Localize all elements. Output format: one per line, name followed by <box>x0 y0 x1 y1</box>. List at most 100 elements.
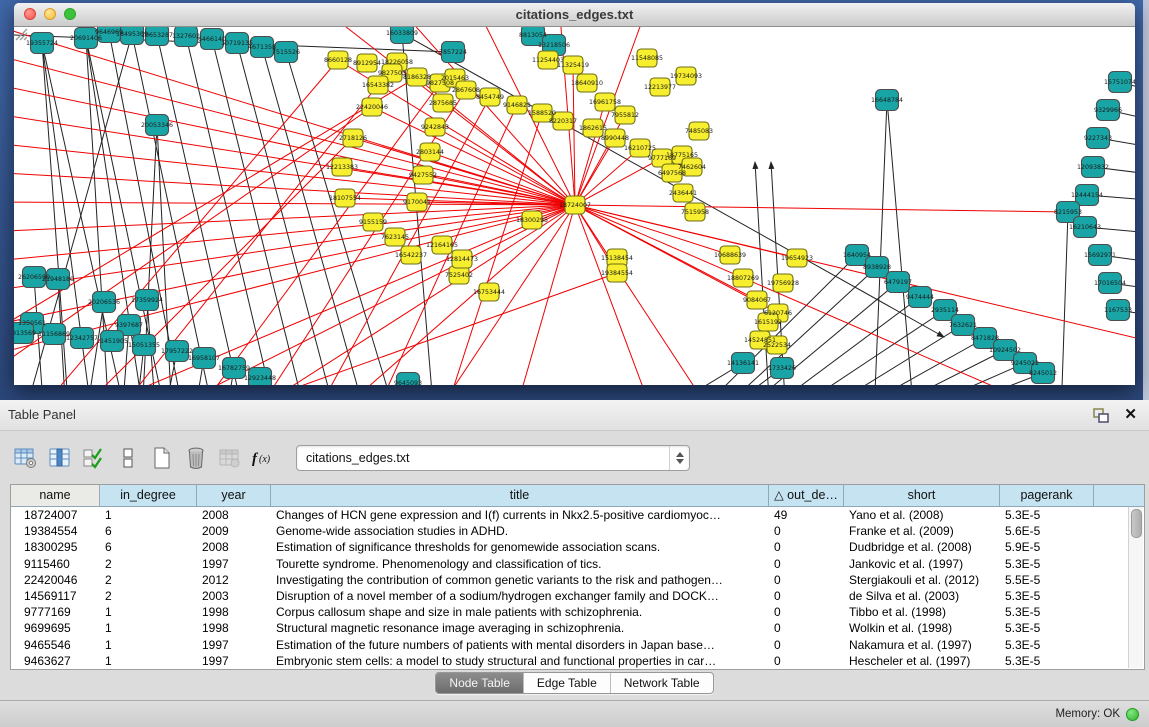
cell: 9463627 <box>11 653 100 669</box>
table-row[interactable]: 911546021997Tourette syndrome. Phenomeno… <box>11 556 1144 572</box>
graph-node-label: 7462604 <box>678 164 706 171</box>
graph-node-label: 7515958 <box>681 209 709 216</box>
column-header-in-degree[interactable]: in_degree <box>100 485 197 506</box>
graph-node-label: 22420046 <box>356 104 388 111</box>
column-header-title[interactable]: title <box>271 485 769 506</box>
graph-node-label: 16210725 <box>624 145 656 152</box>
graph-node-label: 12923448 <box>244 375 276 382</box>
network-window-titlebar[interactable]: citations_edges.txt <box>14 3 1135 27</box>
cell: Structural magnetic resonance image aver… <box>271 620 769 636</box>
graph-node-label: 16542237 <box>395 252 427 259</box>
table-settings-icon[interactable] <box>12 444 39 472</box>
graph-node-label: 7955812 <box>611 112 639 119</box>
graph-node-label: 12814473 <box>446 256 478 263</box>
cell: 1998 <box>197 604 271 620</box>
column-header-short[interactable]: short <box>844 485 1000 506</box>
new-table-icon[interactable] <box>148 444 175 472</box>
column-header-pagerank[interactable]: pagerank <box>1000 485 1094 506</box>
graph-node-label: 9227343 <box>1084 135 1112 142</box>
cell: Genome-wide association studies in ADHD. <box>271 523 769 539</box>
cell: 5.3E-5 <box>1000 637 1094 653</box>
graph-node-label: 15138454 <box>601 255 633 262</box>
cell: 0 <box>769 637 844 653</box>
graph-node-label: 16753444 <box>473 289 505 296</box>
float-panel-icon[interactable] <box>1093 408 1110 423</box>
table-panel-title: Table Panel <box>8 400 76 430</box>
graph-node-label: 13218506 <box>538 42 570 49</box>
table-row[interactable]: 1938455462009Genome-wide association stu… <box>11 523 1144 539</box>
resize-grip-icon[interactable] <box>14 27 28 41</box>
cell: Stergiakouli et al. (2012) <box>844 572 1000 588</box>
graph-node-label: 11451905 <box>96 338 128 345</box>
select-arrows-icon <box>669 446 689 470</box>
graph-node-label: 18640910 <box>571 80 603 87</box>
cell: Tibbo et al. (1998) <box>844 604 1000 620</box>
network-table-select[interactable]: citations_edges.txt <box>296 445 690 471</box>
cell: 2 <box>100 556 197 572</box>
table-row[interactable]: 1830029562008Estimation of significance … <box>11 539 1144 555</box>
table-row[interactable]: 1872400712008Changes of HCN gene express… <box>11 507 1144 523</box>
function-builder-icon[interactable]: f(x) <box>250 444 277 472</box>
graph-node-label: 8220317 <box>549 118 577 125</box>
graph-node-label: 8454749 <box>476 94 504 101</box>
cell: Estimation of significance thresholds fo… <box>271 539 769 555</box>
graph-node-label: 1588520 <box>528 110 556 117</box>
table-scrollbar[interactable] <box>1128 507 1143 668</box>
cell: 1 <box>100 604 197 620</box>
graph-node-label: 18226058 <box>381 59 413 66</box>
graph-node-label: 17016504 <box>1094 280 1126 287</box>
graph-node-label: 18807269 <box>727 275 759 282</box>
graph-node-label: 10924502 <box>989 347 1021 354</box>
graph-node-label: 1327602 <box>172 33 200 40</box>
graph-node-label: 2875685 <box>429 100 457 107</box>
graph-node-label: 15051355 <box>128 342 160 349</box>
table-row[interactable]: 969969511998Structural magnetic resonanc… <box>11 620 1144 636</box>
cell: 5.3E-5 <box>1000 653 1094 669</box>
graph-node-label: 20691406 <box>70 35 102 42</box>
cell: 9465546 <box>11 637 100 653</box>
scrollbar-thumb[interactable] <box>1131 509 1142 538</box>
table-header-row: namein_degreeyeartitle△ out_de…shortpage… <box>11 485 1144 507</box>
graph-node-label: 15692971 <box>1084 252 1116 259</box>
graph-node-label: 8938928 <box>863 264 891 271</box>
cell: 5.3E-5 <box>1000 507 1094 523</box>
network-canvas[interactable]: 1935572420691406964696918495309106532871… <box>14 27 1135 385</box>
column-header-name[interactable]: name <box>11 485 100 506</box>
svg-text:(x): (x) <box>259 454 271 465</box>
table-row[interactable]: 1456911722003Disruption of a novel membe… <box>11 588 1144 604</box>
cell: 1997 <box>197 556 271 572</box>
cell: 1 <box>100 637 197 653</box>
column-header-year[interactable]: year <box>197 485 271 506</box>
application-desktop: citations_edges.txt 19355724206914069646… <box>0 0 1149 400</box>
table-row[interactable]: 946362711997Embryonic stem cells: a mode… <box>11 653 1144 669</box>
cell: 5.3E-5 <box>1000 556 1094 572</box>
edit-selection-icon[interactable] <box>80 444 107 472</box>
graph-node-label: 9155159 <box>359 219 387 226</box>
graph-node-label: 16958107 <box>188 355 220 362</box>
graph-node-label: 1862615 <box>579 125 607 132</box>
show-columns-icon[interactable] <box>46 444 73 472</box>
cell: 0 <box>769 523 844 539</box>
tab-edge-table[interactable]: Edge Table <box>523 673 610 693</box>
network-graph[interactable]: 1935572420691406964696918495309106532871… <box>14 27 1135 385</box>
graph-node-label: 2935114 <box>931 307 959 314</box>
graph-node-label: 12164165 <box>426 242 458 249</box>
graph-node-label: 9645093 <box>394 380 422 385</box>
tab-network-table[interactable]: Network Table <box>610 673 713 693</box>
close-panel-icon[interactable]: ✕ <box>1124 400 1137 430</box>
row-height-icon[interactable] <box>114 444 141 472</box>
column-header-out-de-[interactable]: △ out_de… <box>769 485 844 506</box>
graph-node-label: 2015463 <box>441 75 469 82</box>
cell: 18724007 <box>11 507 100 523</box>
tab-node-table[interactable]: Node Table <box>436 673 523 693</box>
table-row[interactable]: 946554611997Estimation of the future num… <box>11 637 1144 653</box>
graph-node-label: 6479197 <box>884 279 912 286</box>
table-row[interactable]: 977716911998Corpus callosum shape and si… <box>11 604 1144 620</box>
delete-table-icon[interactable] <box>182 444 209 472</box>
table-row[interactable]: 2242004622012Investigating the contribut… <box>11 572 1144 588</box>
cell: Changes of HCN gene expression and I(f) … <box>271 507 769 523</box>
graph-node-label: 8660128 <box>324 57 352 64</box>
graph-node-label: 16648784 <box>871 97 903 104</box>
cell: Franke et al. (2009) <box>844 523 1000 539</box>
cell: 5.3E-5 <box>1000 588 1094 604</box>
